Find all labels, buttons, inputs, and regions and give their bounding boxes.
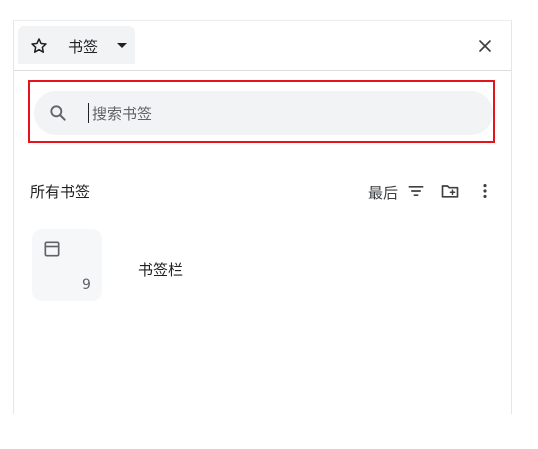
close-icon[interactable] (475, 36, 495, 56)
bookmarks-menu-button[interactable]: 书签 (18, 26, 135, 64)
search-icon (50, 105, 66, 121)
sort-label[interactable]: 最后 (368, 182, 398, 203)
bookmarks-tab-label: 书签 (68, 38, 99, 56)
search-input[interactable] (90, 99, 474, 129)
section-title-all-bookmarks: 所有书签 (30, 183, 91, 201)
bookmark-bar-icon (44, 241, 60, 257)
folder-thumbnail: 9 (32, 229, 102, 301)
folder-name: 书签栏 (138, 261, 184, 279)
bookmarks-panel: 书签 所有书签 最后 9 书签栏 (13, 20, 512, 414)
star-icon (31, 38, 47, 53)
bookmark-count: 9 (82, 277, 91, 293)
sort-icon[interactable] (406, 181, 426, 201)
new-folder-icon[interactable] (440, 181, 460, 201)
caret-down-icon (117, 43, 127, 48)
text-cursor (88, 103, 89, 123)
list-item[interactable]: 9 书签栏 (30, 229, 490, 311)
search-bar[interactable] (34, 91, 493, 135)
more-vert-icon[interactable] (475, 181, 495, 201)
header-divider (14, 70, 511, 71)
